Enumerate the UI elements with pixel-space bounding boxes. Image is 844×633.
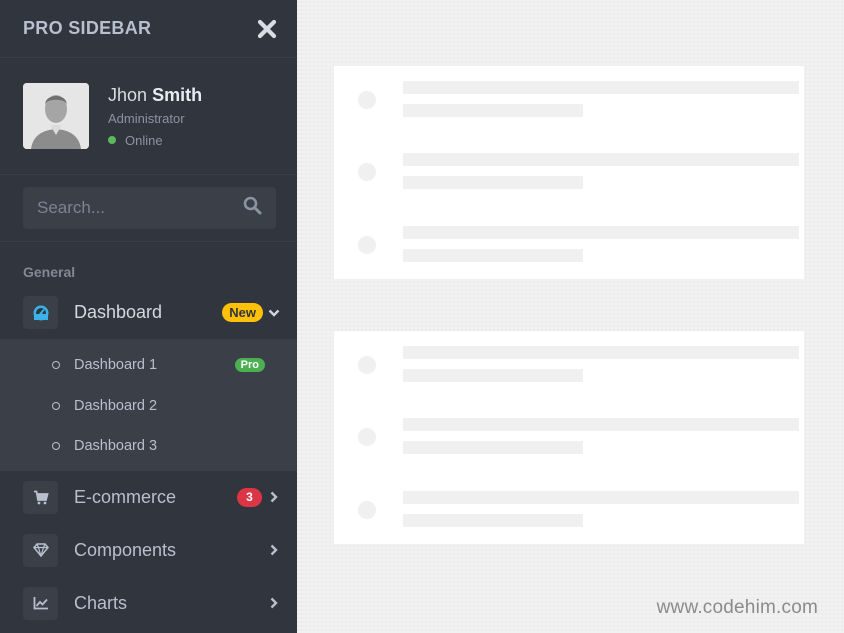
skeleton-avatar — [358, 501, 376, 519]
close-icon[interactable] — [257, 19, 277, 39]
watermark: www.codehim.com — [656, 597, 818, 618]
placeholder-card — [334, 66, 804, 279]
skeleton-line — [403, 514, 583, 527]
skeleton-line — [403, 346, 799, 359]
menu-label-components: Components — [74, 539, 177, 560]
dashboard-submenu: Dashboard 1 Pro Dashboard 2 Dashboard 3 — [0, 339, 297, 471]
user-first-name: Jhon — [108, 84, 148, 105]
gem-icon — [23, 533, 58, 567]
menu-item-components[interactable]: Components — [0, 524, 297, 577]
skeleton-row — [358, 418, 799, 458]
chevron-right-icon[interactable] — [267, 490, 281, 504]
skeleton-line — [403, 418, 799, 431]
sidebar: PRO SIDEBAR Jhon Smith Administrator Onl… — [0, 0, 297, 633]
menu-label-dashboard: Dashboard — [74, 302, 163, 322]
user-status-label: Online — [125, 132, 163, 148]
skeleton-line — [403, 249, 583, 262]
menu-label-ecommerce: E-commerce — [74, 486, 177, 507]
submenu-item-dashboard-3[interactable]: Dashboard 3 — [0, 426, 297, 467]
search-icon[interactable] — [243, 196, 262, 220]
dashboard-icon — [23, 296, 58, 329]
sidebar-header: PRO SIDEBAR — [0, 0, 297, 58]
count-badge: 3 — [237, 487, 262, 507]
chevron-right-icon[interactable] — [267, 543, 281, 557]
chevron-right-icon[interactable] — [267, 596, 281, 610]
online-status-dot — [108, 136, 116, 144]
user-role: Administrator — [108, 110, 185, 126]
submenu-label: Dashboard 2 — [74, 397, 158, 414]
brand-title[interactable]: PRO SIDEBAR — [23, 18, 151, 39]
skeleton-line — [403, 441, 583, 454]
skeleton-row — [358, 81, 799, 121]
bullet-circle-icon — [52, 401, 60, 410]
menu-item-ecommerce[interactable]: E-commerce 3 — [0, 471, 297, 524]
skeleton-line — [403, 153, 799, 166]
user-details: Jhon Smith Administrator Online — [108, 85, 202, 148]
pro-badge: Pro — [234, 358, 265, 373]
search-section — [0, 175, 297, 242]
user-last-name: Smith — [152, 84, 203, 105]
search-input[interactable] — [37, 198, 217, 218]
skeleton-avatar — [358, 428, 376, 446]
skeleton-avatar — [358, 356, 376, 374]
skeleton-line — [403, 81, 799, 94]
skeleton-row — [358, 153, 799, 193]
skeleton-avatar — [358, 236, 376, 254]
placeholder-card — [334, 331, 804, 544]
submenu-label: Dashboard 1 — [74, 357, 158, 374]
main-content: www.codehim.com — [297, 0, 844, 633]
menu-section-header: General — [23, 264, 76, 280]
user-info: Jhon Smith Administrator Online — [0, 58, 297, 175]
skeleton-row — [358, 346, 799, 386]
skeleton-row — [358, 226, 799, 266]
submenu-label: Dashboard 3 — [74, 438, 158, 455]
menu-label-charts: Charts — [74, 592, 128, 613]
menu-item-dashboard[interactable]: Dashboard New — [0, 286, 297, 339]
shopping-cart-icon — [23, 480, 58, 514]
user-name: Jhon Smith — [108, 85, 202, 106]
skeleton-avatar — [358, 163, 376, 181]
skeleton-row — [358, 491, 799, 531]
new-badge: New — [222, 303, 263, 322]
skeleton-line — [403, 176, 583, 189]
skeleton-avatar — [358, 91, 376, 109]
bullet-circle-icon — [52, 361, 60, 370]
skeleton-line — [403, 226, 799, 239]
submenu-item-dashboard-2[interactable]: Dashboard 2 — [0, 386, 297, 427]
user-status: Online — [108, 133, 202, 148]
bullet-circle-icon — [52, 442, 60, 451]
chart-line-icon — [23, 586, 58, 620]
skeleton-line — [403, 104, 583, 117]
menu-item-charts[interactable]: Charts — [0, 577, 297, 630]
skeleton-line — [403, 369, 583, 382]
submenu-item-dashboard-1[interactable]: Dashboard 1 Pro — [0, 345, 297, 386]
search-box — [23, 187, 276, 229]
avatar — [23, 83, 89, 149]
skeleton-line — [403, 491, 799, 504]
chevron-down-icon[interactable] — [267, 306, 281, 320]
